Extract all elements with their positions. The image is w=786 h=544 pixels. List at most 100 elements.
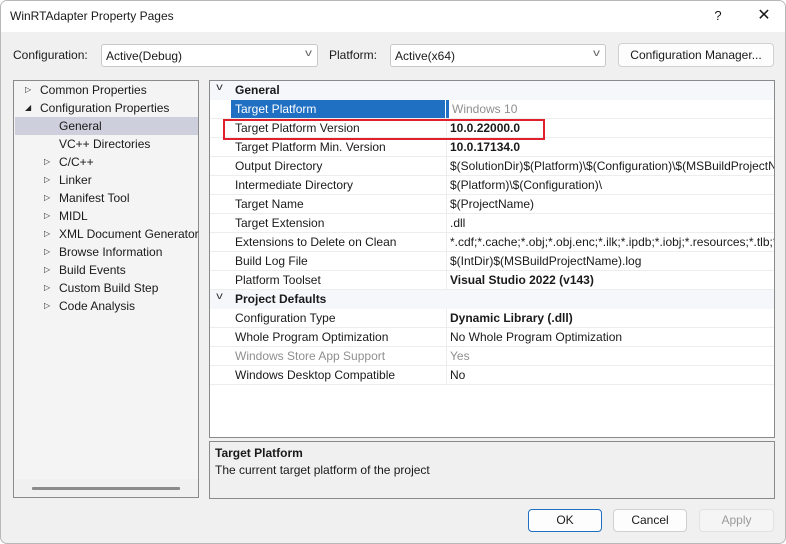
collapse-arrow-icon[interactable]: ◢ xyxy=(25,99,31,117)
tree-item-common-properties[interactable]: ▷ Common Properties xyxy=(15,81,198,99)
property-row-windows-desktop-compatible[interactable]: Windows Desktop Compatible No xyxy=(210,366,774,385)
property-name[interactable]: Target Extension xyxy=(231,214,445,232)
property-row-target-platform-min-version[interactable]: Target Platform Min. Version 10.0.17134.… xyxy=(210,138,774,157)
tree-item-browse-information[interactable]: ▷ Browse Information xyxy=(15,243,198,261)
property-row-intermediate-directory[interactable]: Intermediate Directory $(Platform)\$(Con… xyxy=(210,176,774,195)
property-name[interactable]: Configuration Type xyxy=(231,309,445,327)
property-value[interactable]: No Whole Program Optimization xyxy=(446,328,774,346)
expand-arrow-icon[interactable]: ▷ xyxy=(44,297,50,315)
category-general[interactable]: v General xyxy=(210,81,774,100)
ok-button[interactable]: OK xyxy=(528,509,602,532)
property-pages-dialog: WinRTAdapter Property Pages ? ✕ Configur… xyxy=(0,0,786,544)
property-row-build-log-file[interactable]: Build Log File $(IntDir)$(MSBuildProject… xyxy=(210,252,774,271)
tree-item-linker[interactable]: ▷ Linker xyxy=(15,171,198,189)
property-name[interactable]: Build Log File xyxy=(231,252,445,270)
property-name[interactable]: Extensions to Delete on Clean xyxy=(231,233,445,251)
description-pane: Target Platform The current target platf… xyxy=(209,441,775,499)
tree-item-build-events[interactable]: ▷ Build Events xyxy=(15,261,198,279)
tree-item-label: Custom Build Step xyxy=(59,281,159,295)
close-button[interactable]: ✕ xyxy=(749,5,779,27)
platform-value: Active(x64) xyxy=(395,49,456,63)
property-value[interactable]: $(IntDir)$(MSBuildProjectName).log xyxy=(446,252,774,270)
property-value[interactable]: .dll xyxy=(446,214,774,232)
expand-arrow-icon[interactable]: ▷ xyxy=(44,261,50,279)
tree-item-manifest-tool[interactable]: ▷ Manifest Tool xyxy=(15,189,198,207)
tree-item-vc-directories[interactable]: VC++ Directories xyxy=(15,135,198,153)
configuration-value: Active(Debug) xyxy=(106,49,183,63)
property-name[interactable]: Windows Store App Support xyxy=(231,347,445,365)
description-text: The current target platform of the proje… xyxy=(215,463,430,477)
property-name[interactable]: Output Directory xyxy=(231,157,445,175)
tree-item-label: Manifest Tool xyxy=(59,191,130,205)
close-icon: ✕ xyxy=(757,7,771,24)
apply-button[interactable]: Apply xyxy=(699,509,774,532)
property-value[interactable]: 10.0.22000.0 xyxy=(446,119,774,137)
property-row-configuration-type[interactable]: Configuration Type Dynamic Library (.dll… xyxy=(210,309,774,328)
property-row-whole-program-optimization[interactable]: Whole Program Optimization No Whole Prog… xyxy=(210,328,774,347)
property-name[interactable]: Target Platform xyxy=(231,100,445,118)
category-name: General xyxy=(235,83,280,97)
title-bar: WinRTAdapter Property Pages ? ✕ xyxy=(1,1,785,32)
property-value[interactable]: 10.0.17134.0 xyxy=(446,138,774,156)
property-row-target-platform-version[interactable]: Target Platform Version 10.0.22000.0 xyxy=(210,119,774,138)
category-project-defaults[interactable]: v Project Defaults xyxy=(210,290,774,309)
property-name[interactable]: Windows Desktop Compatible xyxy=(231,366,445,384)
property-tree: ▷ Common Properties ◢ Configuration Prop… xyxy=(13,80,199,498)
description-title: Target Platform xyxy=(215,446,303,460)
tree-item-general[interactable]: General xyxy=(15,117,198,135)
chevron-down-icon[interactable]: v xyxy=(216,291,223,302)
property-value[interactable]: Dynamic Library (.dll) xyxy=(446,309,774,327)
property-row-extensions-to-delete[interactable]: Extensions to Delete on Clean *.cdf;*.ca… xyxy=(210,233,774,252)
chevron-down-icon[interactable]: v xyxy=(216,82,223,93)
property-row-target-platform[interactable]: Target Platform Windows 10 xyxy=(210,100,774,119)
property-name[interactable]: Target Platform Version xyxy=(231,119,445,137)
property-value[interactable]: No xyxy=(446,366,774,384)
chevron-down-icon: v xyxy=(593,48,600,59)
tree-item-label: Configuration Properties xyxy=(40,101,170,115)
tree-item-label: C/C++ xyxy=(59,155,94,169)
tree-item-custom-build-step[interactable]: ▷ Custom Build Step xyxy=(15,279,198,297)
tree-item-label: VC++ Directories xyxy=(59,137,151,151)
property-name[interactable]: Target Platform Min. Version xyxy=(231,138,445,156)
tree-item-midl[interactable]: ▷ MIDL xyxy=(15,207,198,225)
tree-item-c-cpp[interactable]: ▷ C/C++ xyxy=(15,153,198,171)
tree-item-label: Browse Information xyxy=(59,245,163,259)
property-row-platform-toolset[interactable]: Platform Toolset Visual Studio 2022 (v14… xyxy=(210,271,774,290)
property-value[interactable]: $(ProjectName) xyxy=(446,195,774,213)
cancel-button[interactable]: Cancel xyxy=(613,509,687,532)
property-row-windows-store-app-support[interactable]: Windows Store App Support Yes xyxy=(210,347,774,366)
configuration-manager-button[interactable]: Configuration Manager... xyxy=(618,43,774,67)
property-row-output-directory[interactable]: Output Directory $(SolutionDir)$(Platfor… xyxy=(210,157,774,176)
expand-arrow-icon[interactable]: ▷ xyxy=(25,81,31,99)
expand-arrow-icon[interactable]: ▷ xyxy=(44,243,50,261)
property-value[interactable]: Windows 10 xyxy=(446,100,774,118)
property-value[interactable]: Visual Studio 2022 (v143) xyxy=(446,271,774,289)
expand-arrow-icon[interactable]: ▷ xyxy=(44,279,50,297)
tree-scrollbar-thumb[interactable] xyxy=(32,487,180,490)
window-title: WinRTAdapter Property Pages xyxy=(10,9,174,23)
expand-arrow-icon[interactable]: ▷ xyxy=(44,189,50,207)
expand-arrow-icon[interactable]: ▷ xyxy=(44,225,50,243)
tree-item-configuration-properties[interactable]: ◢ Configuration Properties xyxy=(15,99,198,117)
property-value[interactable]: $(SolutionDir)$(Platform)\$(Configuratio… xyxy=(446,157,774,175)
property-name[interactable]: Target Name xyxy=(231,195,445,213)
property-value[interactable]: Yes xyxy=(446,347,774,365)
configuration-dropdown[interactable]: Active(Debug) v xyxy=(101,44,318,67)
property-row-target-extension[interactable]: Target Extension .dll xyxy=(210,214,774,233)
property-value[interactable]: $(Platform)\$(Configuration)\ xyxy=(446,176,774,194)
expand-arrow-icon[interactable]: ▷ xyxy=(44,171,50,189)
expand-arrow-icon[interactable]: ▷ xyxy=(44,153,50,171)
tree-item-label: XML Document Generator xyxy=(59,227,199,241)
tree-item-code-analysis[interactable]: ▷ Code Analysis xyxy=(15,297,198,315)
property-row-target-name[interactable]: Target Name $(ProjectName) xyxy=(210,195,774,214)
platform-dropdown[interactable]: Active(x64) v xyxy=(390,44,606,67)
property-name[interactable]: Intermediate Directory xyxy=(231,176,445,194)
property-name[interactable]: Whole Program Optimization xyxy=(231,328,445,346)
tree-item-label: General xyxy=(59,119,102,133)
property-name[interactable]: Platform Toolset xyxy=(231,271,445,289)
property-value[interactable]: *.cdf;*.cache;*.obj;*.obj.enc;*.ilk;*.ip… xyxy=(446,233,774,251)
expand-arrow-icon[interactable]: ▷ xyxy=(44,207,50,225)
tree-item-label: MIDL xyxy=(59,209,88,223)
tree-item-xml-document-generator[interactable]: ▷ XML Document Generator xyxy=(15,225,199,243)
help-button[interactable]: ? xyxy=(704,5,732,27)
